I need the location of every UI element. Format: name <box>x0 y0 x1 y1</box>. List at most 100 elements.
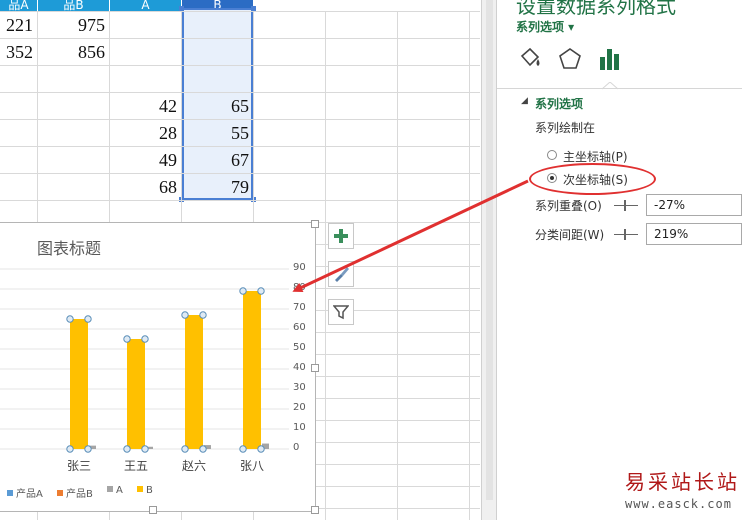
fill-bucket-icon <box>520 47 540 67</box>
series-options-dropdown[interactable]: 系列选项 ▾ <box>516 18 574 35</box>
column-header-c[interactable]: A <box>110 0 181 11</box>
bar-selection-handle[interactable] <box>257 445 265 453</box>
table-cell[interactable] <box>0 92 33 118</box>
table-cell[interactable]: 68 <box>111 173 177 199</box>
chart-area[interactable]: 图表标题 产品A 产品B A B 0 10 20 30 40 50 60 70 80 90 张三 王五 赵六张… <box>0 220 319 514</box>
bar-selection-handle[interactable] <box>257 287 265 295</box>
collapse-caret-icon[interactable]: ◢ <box>521 96 528 106</box>
legend-swatch <box>107 486 113 492</box>
overlap-label: 系列重叠(O) <box>535 199 602 213</box>
legend-label: A <box>116 485 123 496</box>
table-cell[interactable] <box>0 65 33 91</box>
bar-selection-handle[interactable] <box>199 445 207 453</box>
tab-series-options[interactable] <box>597 46 623 72</box>
table-cell[interactable] <box>0 119 33 145</box>
table-cell[interactable]: 352 <box>0 38 33 64</box>
bar-selection-handle[interactable] <box>66 315 74 323</box>
y-axis-tick-label: 0 <box>293 442 300 453</box>
x-axis-tick-label: 赵六 <box>181 459 206 473</box>
table-cell[interactable]: 55 <box>183 119 249 145</box>
watermark-text: 易采站长站 <box>625 470 740 494</box>
vertical-scrollbar[interactable] <box>481 0 497 520</box>
table-cell[interactable] <box>183 11 249 37</box>
gap-width-label: 分类间距(W) <box>535 228 605 242</box>
grid-line-horizontal <box>0 200 480 201</box>
tab-fill-line[interactable] <box>517 46 543 72</box>
chart-styles-button[interactable] <box>328 261 354 287</box>
bar-series-b[interactable] <box>243 291 261 449</box>
chart-elements-button[interactable] <box>328 223 354 249</box>
bar-selection-handle[interactable] <box>199 311 207 319</box>
legend-label: 产品B <box>66 489 93 500</box>
table-cell[interactable]: 65 <box>183 92 249 118</box>
bar-selection-handle[interactable] <box>181 311 189 319</box>
table-cell[interactable] <box>111 65 177 91</box>
legend-item[interactable]: 产品B <box>57 485 93 500</box>
scrollbar-thumb[interactable] <box>486 0 493 500</box>
bar-series-b[interactable] <box>70 319 88 449</box>
bar-selection-handle[interactable] <box>123 335 131 343</box>
bar-selection-handle[interactable] <box>84 315 92 323</box>
legend-item[interactable]: A <box>107 485 123 496</box>
table-cell[interactable]: 67 <box>183 146 249 172</box>
y-axis-tick-label: 40 <box>293 362 306 373</box>
x-axis-tick-label: 王五 <box>123 459 148 473</box>
table-cell[interactable]: 79 <box>183 173 249 199</box>
bar-selection-handle[interactable] <box>84 445 92 453</box>
bar-selection-handle[interactable] <box>141 335 149 343</box>
y-axis-tick-label: 80 <box>293 282 306 293</box>
table-cell[interactable] <box>39 65 105 91</box>
table-cell[interactable] <box>183 38 249 64</box>
gap-width-slider[interactable] <box>614 229 638 240</box>
table-cell[interactable]: 975 <box>39 11 105 37</box>
bar-selection-handle[interactable] <box>239 287 247 295</box>
x-axis-tick-label: 张三 <box>66 459 91 473</box>
gap-width-input[interactable]: 219% <box>646 223 742 245</box>
bar-selection-handle[interactable] <box>123 445 131 453</box>
plot-on-label: 系列绘制在 <box>535 121 596 135</box>
bar-selection-handle[interactable] <box>141 445 149 453</box>
chart-filters-button[interactable] <box>328 299 354 325</box>
pane-divider <box>497 88 742 89</box>
watermark-url: www.easck.com <box>625 497 732 511</box>
table-cell[interactable] <box>111 11 177 37</box>
bar-selection-handle[interactable] <box>181 445 189 453</box>
table-cell[interactable] <box>111 38 177 64</box>
column-header-b[interactable]: 品B <box>38 0 109 11</box>
table-cell[interactable] <box>183 65 249 91</box>
bar-selection-handle[interactable] <box>66 445 74 453</box>
table-cell[interactable]: 42 <box>111 92 177 118</box>
bar-selection-handle[interactable] <box>239 445 247 453</box>
table-cell[interactable] <box>0 146 33 172</box>
table-cell[interactable] <box>39 119 105 145</box>
overlap-input[interactable]: -27% <box>646 194 742 216</box>
overlap-slider[interactable] <box>614 200 638 211</box>
table-cell[interactable] <box>0 173 33 199</box>
table-cell[interactable]: 28 <box>111 119 177 145</box>
legend-item[interactable]: 产品A <box>7 485 43 500</box>
column-header-a[interactable]: 品A <box>0 0 37 11</box>
bar-series-b[interactable] <box>185 315 203 449</box>
table-cell[interactable] <box>39 146 105 172</box>
table-cell[interactable]: 856 <box>39 38 105 64</box>
pentagon-icon <box>559 48 581 69</box>
plus-icon <box>334 229 348 243</box>
table-cell[interactable] <box>39 92 105 118</box>
bar-chart-icon <box>600 49 619 70</box>
chart-resize-handle[interactable] <box>311 220 319 228</box>
y-axis-tick-label: 10 <box>293 422 306 433</box>
legend-item[interactable]: B <box>137 485 153 496</box>
tab-effects[interactable] <box>557 46 583 72</box>
table-cell[interactable] <box>39 173 105 199</box>
chart-resize-handle[interactable] <box>311 506 319 514</box>
table-cell[interactable]: 221 <box>0 11 33 37</box>
brush-icon <box>335 267 349 282</box>
y-axis-tick-label: 90 <box>293 262 306 273</box>
legend-swatch <box>137 486 143 492</box>
bar-series-b[interactable] <box>127 339 145 449</box>
chart-resize-handle[interactable] <box>149 506 157 514</box>
table-cell[interactable]: 49 <box>111 146 177 172</box>
legend-label: 产品A <box>16 489 43 500</box>
section-title[interactable]: 系列选项 <box>535 95 583 112</box>
primary-axis-radio[interactable] <box>547 150 557 160</box>
